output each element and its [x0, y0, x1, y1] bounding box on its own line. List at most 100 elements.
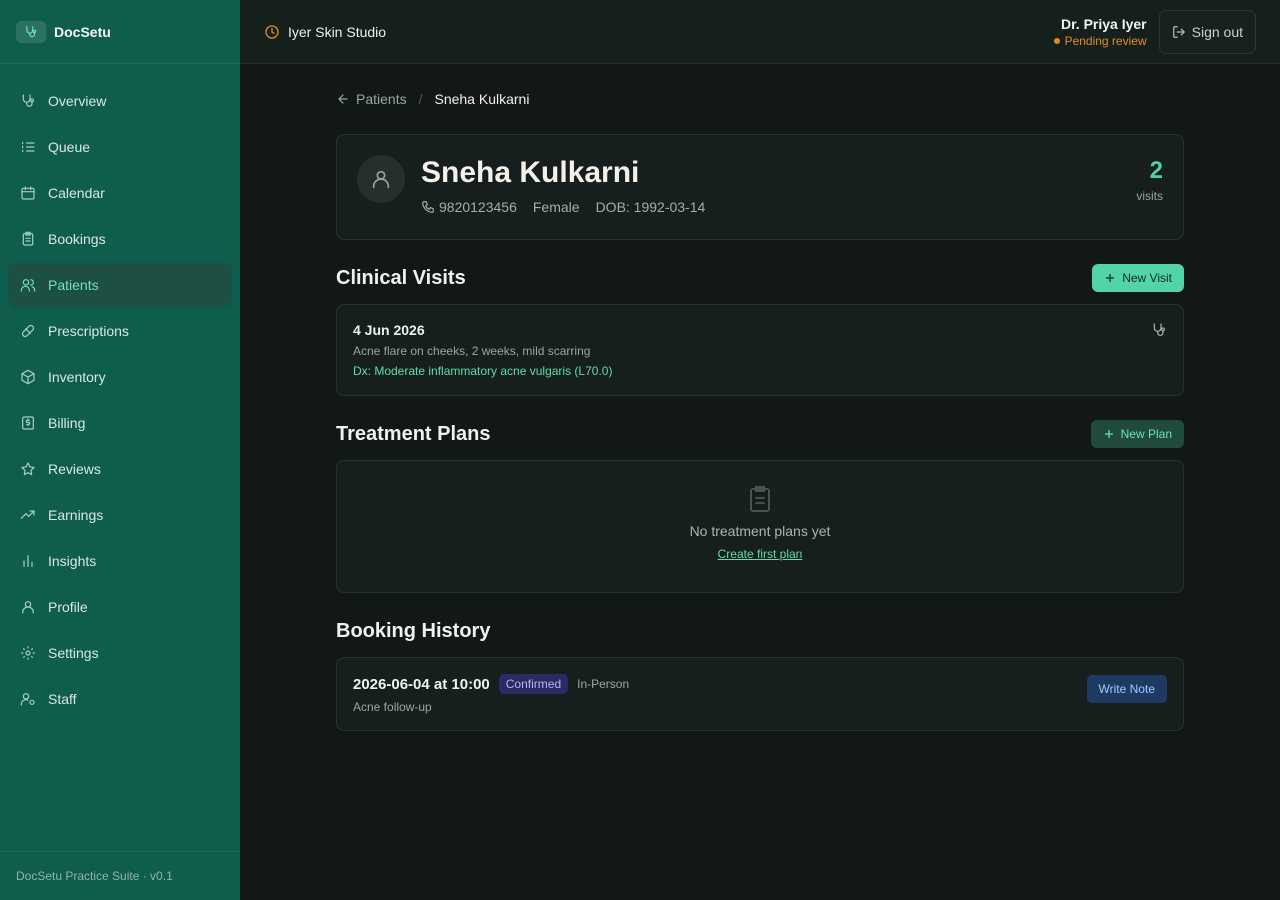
patient-header-card: Sneha Kulkarni 9820123456 Female DOB: 19… — [336, 134, 1184, 240]
breadcrumb-back-link[interactable]: Patients — [336, 91, 407, 107]
status-dot-icon — [1053, 37, 1060, 44]
new-plan-label: New Plan — [1120, 427, 1172, 441]
sign-out-button[interactable]: Sign out — [1158, 9, 1256, 54]
list-icon — [20, 139, 36, 155]
sidebar-item-inventory[interactable]: Inventory — [8, 355, 232, 399]
avatar — [357, 155, 405, 203]
sidebar-item-label: Staff — [48, 691, 77, 707]
sidebar-item-label: Prescriptions — [48, 323, 129, 339]
treatment-plans-empty-state: No treatment plans yet Create first plan — [336, 460, 1184, 593]
doctor-status-text: Pending review — [1064, 33, 1147, 48]
booking-datetime: 2026-06-04 at 10:00 — [353, 675, 490, 693]
visit-date: 4 Jun 2026 — [353, 322, 425, 338]
sidebar-item-label: Bookings — [48, 231, 106, 247]
visits-label: visits — [1136, 189, 1163, 203]
write-note-button[interactable]: Write Note — [1086, 675, 1167, 703]
sidebar-item-reviews[interactable]: Reviews — [8, 447, 232, 491]
section-title: Treatment Plans — [336, 422, 491, 445]
visits-number: 2 — [1149, 157, 1163, 184]
visit-complaint: Acne flare on cheeks, 2 weeks, mild scar… — [353, 344, 591, 358]
doctor-status: Pending review — [1053, 33, 1147, 49]
brand-name: DocSetu — [54, 23, 111, 40]
gear-icon — [20, 645, 36, 661]
booking-row: 2026-06-04 at 10:00 Confirmed In-Person … — [336, 657, 1184, 731]
sidebar-item-label: Insights — [48, 553, 97, 569]
sidebar-item-label: Queue — [48, 139, 91, 155]
brand[interactable]: DocSetu — [0, 0, 240, 64]
breadcrumb-separator: / — [418, 91, 423, 107]
user-gear-icon — [20, 691, 36, 707]
sidebar-item-label: Inventory — [48, 369, 106, 385]
sidebar-item-settings[interactable]: Settings — [8, 631, 232, 675]
patient-phone: 9820123456 — [439, 199, 517, 215]
sidebar-item-label: Patients — [48, 277, 99, 293]
user-icon — [370, 168, 392, 190]
patient-name: Sneha Kulkarni — [421, 156, 640, 189]
topbar: Iyer Skin Studio Dr. Priya Iyer Pending … — [240, 0, 1280, 64]
sidebar-item-billing[interactable]: Billing — [8, 401, 232, 445]
empty-state-text: No treatment plans yet — [689, 523, 831, 539]
section-title: Clinical Visits — [336, 266, 466, 289]
box-icon — [20, 369, 36, 385]
doctor-name: Dr. Priya Iyer — [1061, 15, 1147, 32]
main-content: Patients / Sneha Kulkarni Sneha Kulkarni… — [336, 64, 1184, 731]
users-icon — [20, 277, 36, 293]
sidebar-item-label: Profile — [48, 599, 88, 615]
log-out-icon — [1172, 25, 1186, 39]
sidebar-item-label: Reviews — [48, 461, 101, 477]
sidebar-item-bookings[interactable]: Bookings — [8, 217, 232, 261]
sidebar-item-label: Settings — [48, 645, 99, 661]
trending-up-icon — [20, 507, 36, 523]
clinical-visits-header: Clinical Visits New Visit — [336, 264, 1184, 292]
sidebar-item-earnings[interactable]: Earnings — [8, 493, 232, 537]
receipt-icon — [20, 415, 36, 431]
visit-card[interactable]: 4 Jun 2026 Acne flare on cheeks, 2 weeks… — [336, 304, 1184, 396]
user-icon — [20, 599, 36, 615]
sidebar-item-insights[interactable]: Insights — [8, 539, 232, 583]
plus-icon — [1104, 272, 1116, 284]
clipboard-icon — [748, 485, 772, 513]
sidebar-item-overview[interactable]: Overview — [8, 79, 232, 123]
patient-dob: DOB: 1992-03-14 — [595, 199, 706, 215]
stethoscope-icon — [16, 20, 46, 43]
phone-icon — [421, 200, 435, 214]
sidebar-item-profile[interactable]: Profile — [8, 585, 232, 629]
sidebar-item-patients[interactable]: Patients — [8, 263, 232, 307]
calendar-icon — [20, 185, 36, 201]
new-visit-label: New Visit — [1122, 271, 1172, 285]
pill-icon — [20, 323, 36, 339]
sidebar-nav: Overview Queue Calendar Bookings Patient… — [0, 64, 240, 721]
clinic-selector[interactable]: Iyer Skin Studio — [264, 24, 386, 40]
breadcrumb-current: Sneha Kulkarni — [434, 91, 530, 107]
bar-chart-icon — [20, 553, 36, 569]
stethoscope-icon — [20, 93, 36, 109]
stethoscope-icon — [1151, 322, 1167, 338]
new-visit-button[interactable]: New Visit — [1092, 264, 1184, 292]
sidebar-item-prescriptions[interactable]: Prescriptions — [8, 309, 232, 353]
arrow-left-icon — [336, 92, 350, 106]
breadcrumb-back-label: Patients — [356, 91, 407, 107]
sign-out-label: Sign out — [1191, 23, 1243, 40]
sidebar-item-label: Earnings — [48, 507, 104, 523]
sidebar-item-staff[interactable]: Staff — [8, 677, 232, 721]
sidebar-footer: DocSetu Practice Suite · v0.1 — [0, 851, 240, 900]
sidebar-item-calendar[interactable]: Calendar — [8, 171, 232, 215]
new-plan-button[interactable]: New Plan — [1090, 420, 1184, 448]
breadcrumb: Patients / Sneha Kulkarni — [336, 64, 1184, 134]
clinic-name: Iyer Skin Studio — [288, 23, 387, 40]
patient-gender: Female — [532, 199, 580, 215]
clipboard-icon — [20, 231, 36, 247]
star-icon — [20, 461, 36, 477]
doctor-info: Dr. Priya Iyer Pending review — [1053, 15, 1147, 49]
status-badge: Confirmed — [498, 674, 569, 694]
clock-icon — [264, 24, 280, 40]
booking-history-header: Booking History — [336, 617, 1184, 645]
sidebar-item-label: Overview — [48, 93, 107, 109]
create-first-plan-link[interactable]: Create first plan — [718, 547, 803, 561]
sidebar-item-label: Calendar — [48, 185, 105, 201]
patient-meta: 9820123456 Female DOB: 1992-03-14 — [421, 199, 705, 215]
booking-reason: Acne follow-up — [353, 700, 432, 714]
section-title: Booking History — [336, 619, 491, 642]
sidebar-item-queue[interactable]: Queue — [8, 125, 232, 169]
sidebar: DocSetu Overview Queue Calendar Bookings — [0, 0, 240, 900]
